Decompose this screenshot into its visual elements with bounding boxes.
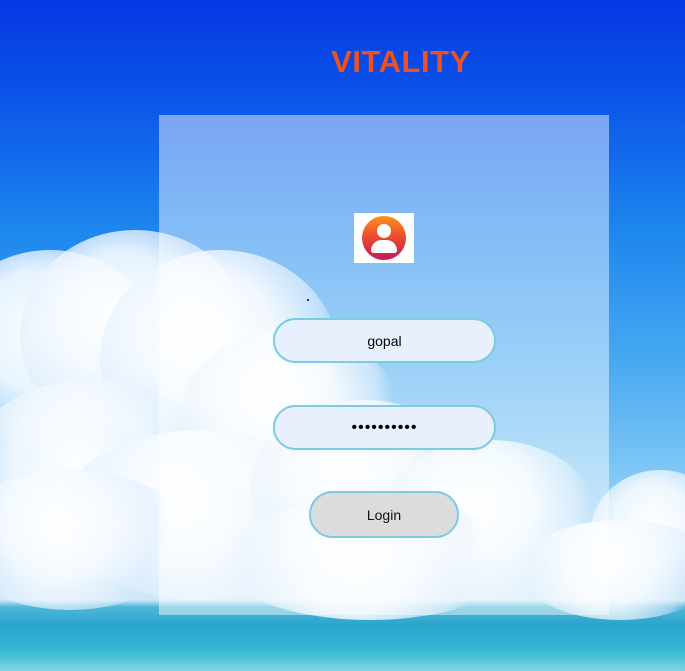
login-panel: Login bbox=[159, 115, 609, 615]
username-field[interactable] bbox=[273, 318, 496, 363]
app-title: VITALITY bbox=[331, 44, 471, 79]
avatar-circle bbox=[362, 216, 406, 260]
stray-dot bbox=[307, 299, 309, 301]
avatar-body-shape bbox=[371, 240, 397, 253]
user-avatar-icon bbox=[354, 213, 414, 263]
login-button[interactable]: Login bbox=[309, 491, 459, 538]
avatar-head-shape bbox=[377, 224, 391, 238]
password-field[interactable] bbox=[273, 405, 496, 450]
